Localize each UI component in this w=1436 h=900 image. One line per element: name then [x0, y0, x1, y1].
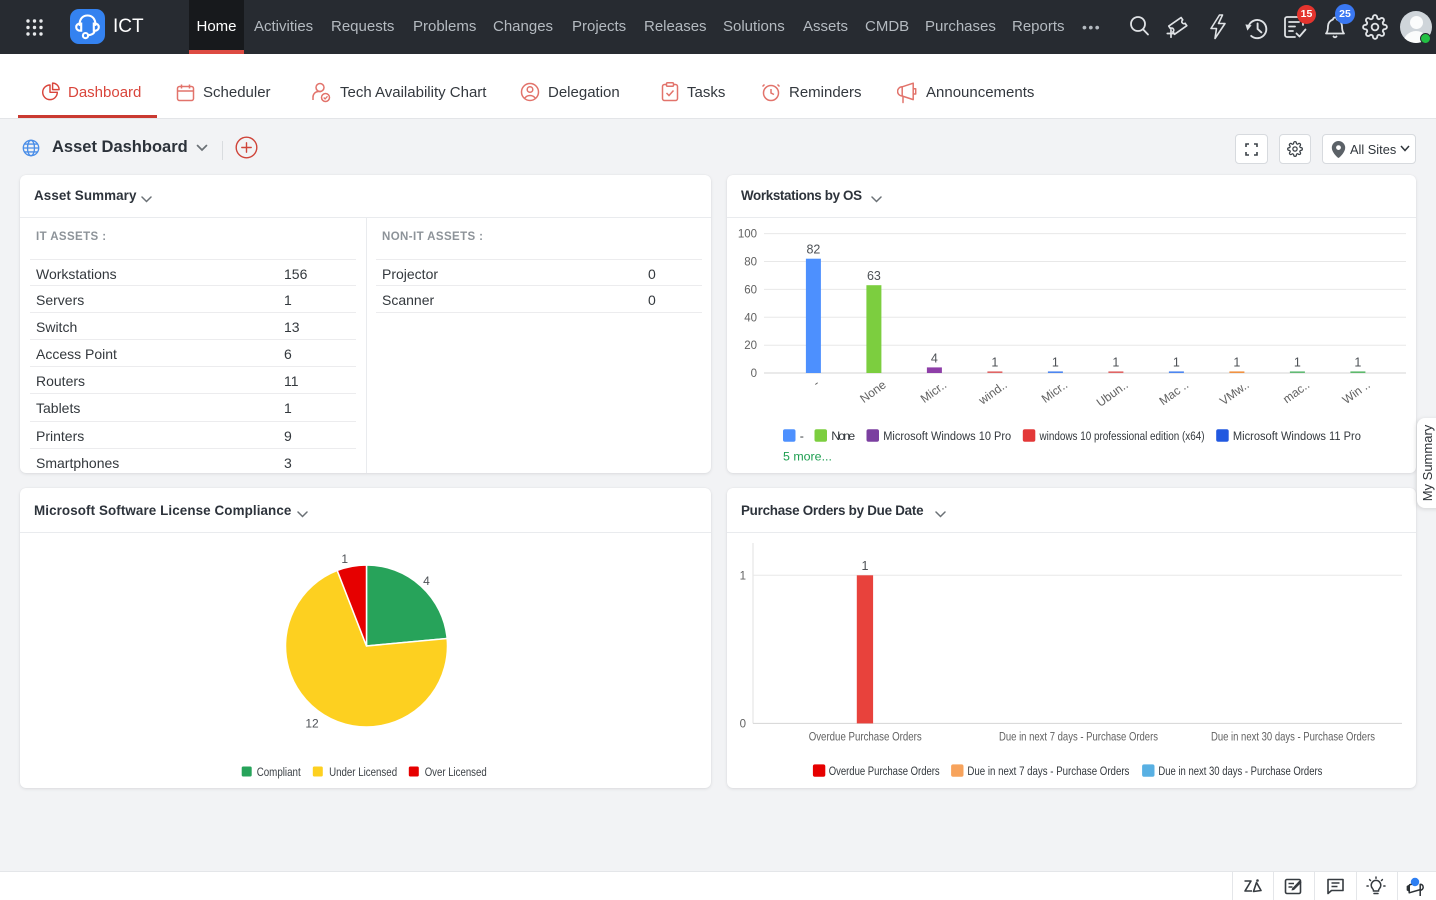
svg-text:4: 4	[931, 352, 938, 366]
svg-text:Micr..: Micr..	[1039, 378, 1070, 406]
svg-text:Overdue Purchase Orders: Overdue Purchase Orders	[809, 730, 922, 744]
svg-text:100: 100	[738, 229, 757, 241]
svg-text:1: 1	[341, 552, 348, 566]
svg-text:Microsoft Windows 10 Pro: Microsoft Windows 10 Pro	[883, 429, 1011, 443]
svg-text:82: 82	[806, 243, 820, 257]
svg-text:Under Licensed: Under Licensed	[329, 765, 397, 779]
svg-text:Micr..: Micr..	[918, 378, 949, 406]
svg-text:Due in next 30 days - Purchase: Due in next 30 days - Purchase Orders	[1158, 764, 1322, 778]
svg-text:5 more...: 5 more...	[783, 450, 832, 464]
svg-text:12: 12	[305, 717, 319, 731]
svg-text:80: 80	[744, 257, 757, 269]
svg-text:Win ..: Win ..	[1340, 378, 1373, 407]
svg-text:None: None	[857, 377, 889, 405]
svg-text:wind..: wind..	[975, 378, 1009, 408]
svg-text:0: 0	[740, 718, 746, 730]
svg-text:Mac ..: Mac ..	[1157, 378, 1192, 409]
svg-text:Compliant: Compliant	[257, 765, 301, 779]
svg-text:20: 20	[744, 340, 757, 352]
svg-text:Ubun..: Ubun..	[1094, 378, 1131, 410]
svg-text:Due in next 7 days - Purchase: Due in next 7 days - Purchase Orders	[999, 730, 1158, 744]
svg-text:windows 10 professional editio: windows 10 professional edition (x64)	[1039, 429, 1205, 443]
svg-text:1: 1	[1294, 356, 1301, 370]
svg-text:None: None	[831, 429, 855, 443]
svg-text:Over Licensed: Over Licensed	[425, 765, 487, 779]
svg-text:40: 40	[744, 312, 757, 324]
svg-text:Overdue Purchase Orders: Overdue Purchase Orders	[829, 764, 940, 778]
svg-text:0: 0	[751, 368, 757, 380]
svg-text:Due in next 30 days - Purchase: Due in next 30 days - Purchase Orders	[1211, 730, 1375, 744]
svg-text:1: 1	[1233, 356, 1240, 370]
svg-text:4: 4	[423, 574, 430, 588]
svg-text:1: 1	[1173, 356, 1180, 370]
svg-text:mac..: mac..	[1280, 378, 1312, 407]
svg-text:-: -	[810, 376, 821, 390]
svg-text:-: -	[800, 429, 804, 443]
svg-text:1: 1	[1354, 356, 1361, 370]
svg-text:1: 1	[740, 570, 746, 582]
svg-text:60: 60	[744, 284, 757, 296]
svg-text:1: 1	[862, 559, 869, 573]
svg-text:1: 1	[991, 356, 998, 370]
svg-text:1: 1	[1052, 356, 1059, 370]
svg-text:63: 63	[867, 269, 881, 283]
svg-text:Due in next 7 days - Purchase: Due in next 7 days - Purchase Orders	[967, 764, 1129, 778]
svg-text:Microsoft Windows 11 Pro: Microsoft Windows 11 Pro	[1233, 429, 1361, 443]
svg-text:VMw..: VMw..	[1217, 378, 1252, 409]
svg-text:1: 1	[1112, 356, 1119, 370]
